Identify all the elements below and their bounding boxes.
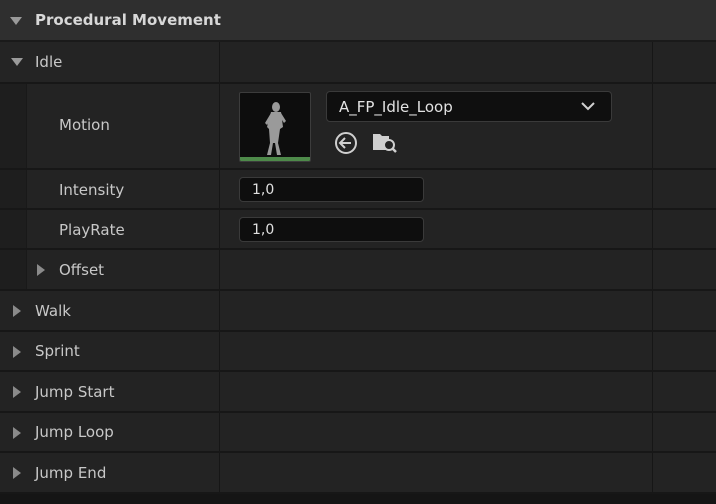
property-row-idle[interactable]: Idle	[0, 42, 716, 84]
sprint-label: Sprint	[35, 342, 80, 360]
expand-arrow-icon[interactable]	[13, 305, 21, 317]
expand-arrow-icon[interactable]	[37, 264, 45, 276]
expand-arrow-icon[interactable]	[13, 467, 21, 479]
jump-end-label: Jump End	[35, 464, 107, 482]
collapse-arrow-icon[interactable]	[10, 17, 22, 25]
expand-arrow-icon[interactable]	[13, 427, 21, 439]
property-row-jump-end[interactable]: Jump End	[0, 453, 716, 494]
character-mannequin-icon	[265, 102, 286, 155]
property-row-walk[interactable]: Walk	[0, 291, 716, 332]
expand-arrow-icon[interactable]	[13, 386, 21, 398]
jump-start-label: Jump Start	[35, 383, 115, 401]
walk-label: Walk	[35, 302, 71, 320]
intensity-label: Intensity	[59, 181, 125, 199]
property-row-jump-loop[interactable]: Jump Loop	[0, 413, 716, 453]
offset-label: Offset	[59, 261, 105, 279]
motion-asset-combo[interactable]: A_FP_Idle_Loop	[326, 91, 612, 122]
category-header-procedural-movement[interactable]: Procedural Movement	[0, 0, 716, 42]
playrate-input[interactable]: 1,0	[239, 217, 424, 242]
motion-asset-value: A_FP_Idle_Loop	[339, 98, 453, 116]
expand-arrow-icon[interactable]	[13, 346, 21, 358]
expand-arrow-icon[interactable]	[11, 58, 23, 66]
use-selected-asset-icon[interactable]	[333, 130, 359, 156]
property-row-offset[interactable]: Offset	[0, 250, 716, 291]
motion-label: Motion	[59, 116, 110, 134]
browse-asset-icon[interactable]	[371, 129, 399, 155]
asset-thumbnail[interactable]	[239, 92, 311, 162]
category-title: Procedural Movement	[35, 11, 221, 29]
jump-loop-label: Jump Loop	[35, 423, 114, 441]
property-row-intensity: Intensity 1,0	[0, 170, 716, 210]
playrate-label: PlayRate	[59, 221, 125, 239]
property-row-jump-start[interactable]: Jump Start	[0, 372, 716, 413]
property-row-playrate: PlayRate 1,0	[0, 210, 716, 250]
property-row-sprint[interactable]: Sprint	[0, 332, 716, 372]
idle-label: Idle	[35, 53, 63, 71]
details-panel: Procedural Movement Idle Motion A_FP_Idl…	[0, 0, 716, 504]
chevron-down-icon	[581, 102, 595, 111]
intensity-input[interactable]: 1,0	[239, 177, 424, 202]
